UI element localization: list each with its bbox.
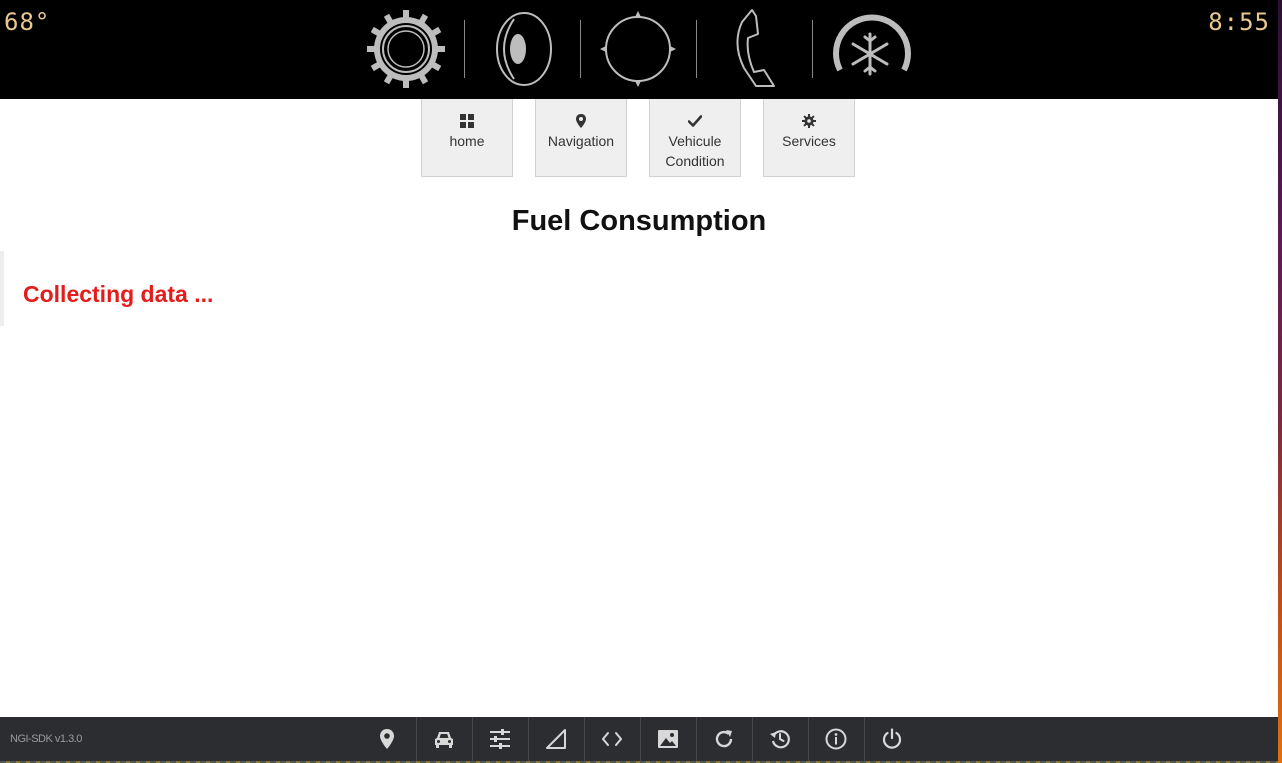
code-button[interactable]	[584, 717, 640, 761]
info-button[interactable]	[808, 717, 864, 761]
clock-readout: 8:55	[1208, 8, 1270, 36]
settings-sliders-button[interactable]	[472, 717, 528, 761]
nav-services-label: Services	[782, 133, 836, 149]
page-title: Fuel Consumption	[511, 205, 767, 237]
bottom-toolbar: NGI-SDK v1.3.0	[0, 717, 1278, 761]
speaker-icon[interactable]	[480, 8, 564, 90]
car-button[interactable]	[416, 717, 472, 761]
climate-snowflake-icon[interactable]	[828, 8, 912, 90]
nav-navigation-label: Navigation	[547, 133, 615, 149]
window-edge-decoration	[1278, 0, 1282, 763]
temperature-readout: 68°	[4, 8, 51, 36]
refresh-button[interactable]	[696, 717, 752, 761]
image-button[interactable]	[640, 717, 696, 761]
nav-navigation-button[interactable]: Navigation	[535, 99, 627, 177]
history-button[interactable]	[752, 717, 808, 761]
sdk-version-label: NGI-SDK v1.3.0	[10, 733, 82, 745]
top-divider	[812, 20, 813, 78]
signal-button[interactable]	[528, 717, 584, 761]
cog-icon	[802, 114, 816, 128]
power-button[interactable]	[864, 717, 920, 761]
status-panel: Collecting data ...	[0, 251, 1280, 326]
image-icon	[658, 730, 678, 748]
top-divider	[464, 20, 465, 78]
nav-home-button[interactable]: home	[421, 99, 513, 177]
status-message: Collecting data ...	[23, 281, 214, 307]
nav-vehicle-condition-button[interactable]: Vehicule Condition	[649, 99, 741, 177]
location-button[interactable]	[360, 717, 415, 761]
code-icon	[602, 732, 622, 746]
settings-gear-icon[interactable]	[364, 8, 448, 90]
power-icon	[882, 728, 902, 749]
nav-services-button[interactable]: Services	[763, 99, 855, 177]
navigation-compass-icon[interactable]	[596, 8, 680, 90]
check-icon	[688, 114, 702, 128]
top-divider	[580, 20, 581, 78]
nav-home-label: home	[449, 133, 485, 149]
info-icon	[825, 728, 847, 750]
car-icon	[435, 732, 453, 748]
signal-icon	[546, 729, 566, 749]
sliders-icon	[490, 729, 510, 749]
phone-icon[interactable]	[712, 8, 796, 90]
history-icon	[770, 730, 790, 749]
location-icon	[380, 729, 394, 749]
top-divider	[696, 20, 697, 78]
refresh-icon	[715, 730, 733, 748]
map-pin-icon	[574, 114, 588, 128]
top-status-bar: 68° 8:55	[0, 0, 1278, 99]
nav-vehicle-condition-label: Vehicule Condition	[665, 133, 725, 169]
grid-icon	[460, 114, 474, 128]
